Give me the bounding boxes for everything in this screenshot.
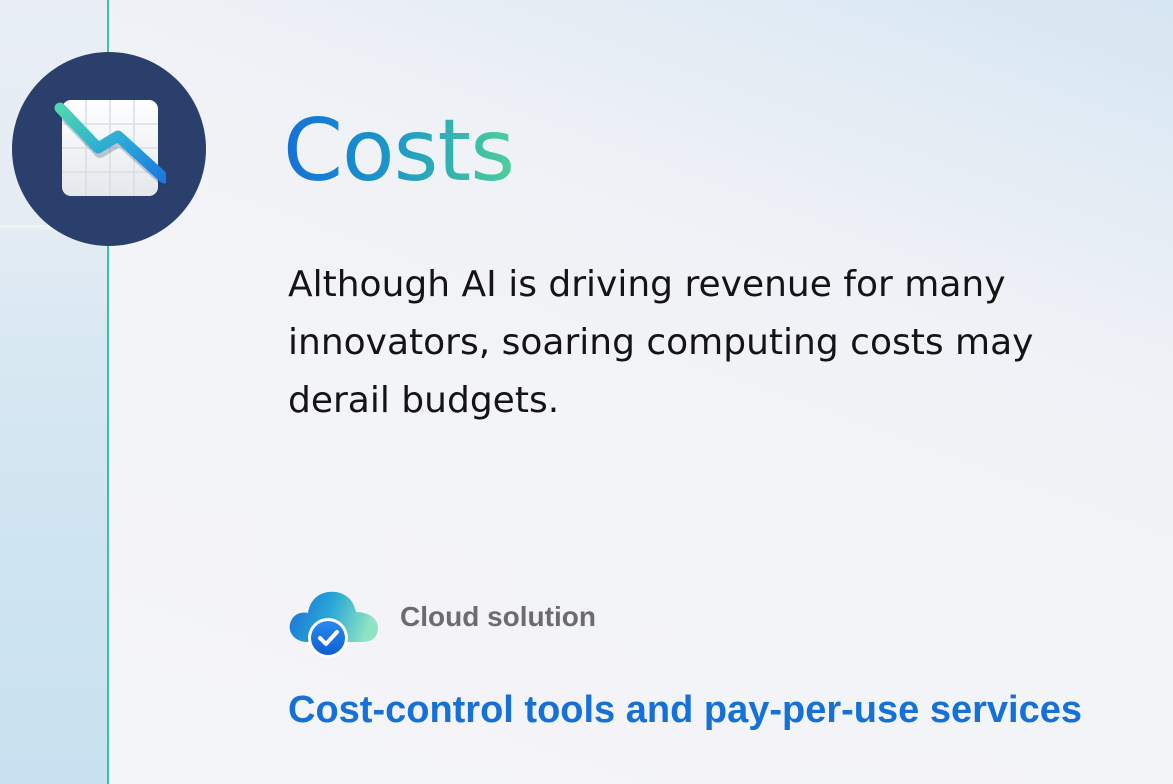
solution-tag: Cloud solution [286,582,596,664]
declining-chart-icon [54,100,166,196]
section-description: Although AI is driving revenue for many … [288,264,1034,421]
cloud-check-icon [289,591,378,658]
section-icon-badge [12,52,206,246]
solution-heading: Cost-control tools and pay-per-use servi… [288,689,1082,731]
solution-label: Cloud solution [400,601,596,632]
section-title: Costs [283,96,515,206]
